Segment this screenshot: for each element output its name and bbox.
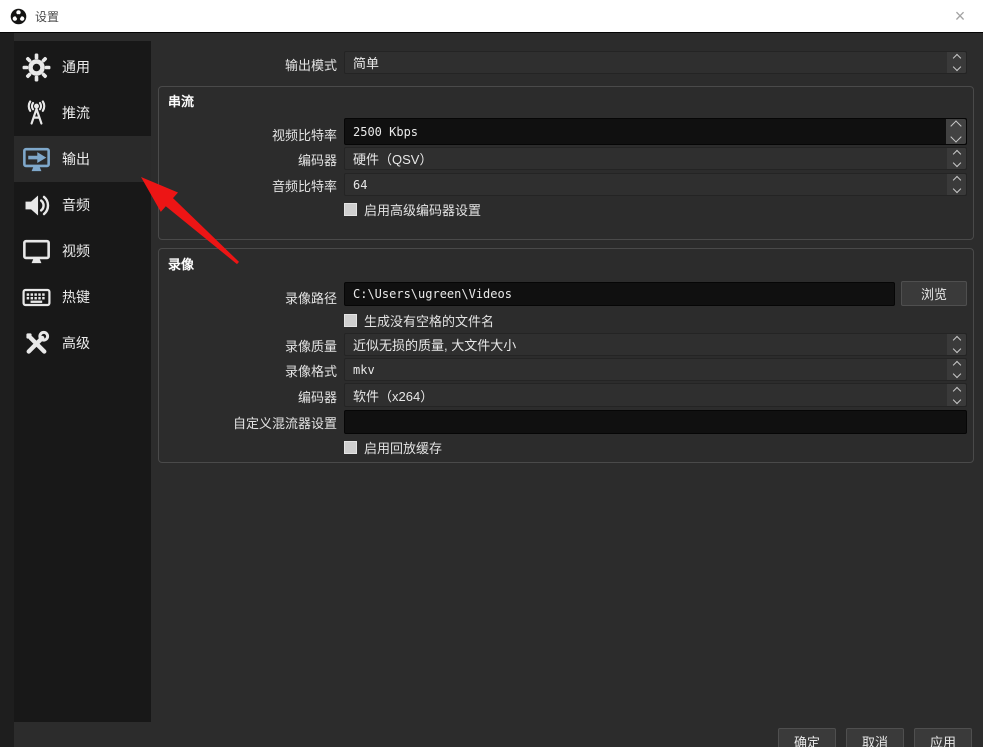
output-monitor-arrow-icon [21, 144, 52, 175]
sidebar-item-label: 音频 [62, 195, 90, 215]
output-mode-select[interactable]: 简单 [344, 51, 967, 74]
advanced-encoder-checkbox-row[interactable]: 启用高级编码器设置 [344, 200, 481, 219]
recording-encoder-label: 编码器 [147, 387, 337, 406]
recording-quality-label: 录像质量 [147, 336, 337, 355]
recording-format-select[interactable]: mkv [344, 358, 967, 381]
video-bitrate-spinbox[interactable]: 2500 Kbps [344, 118, 967, 145]
chevron-updown-icon [947, 148, 966, 169]
gear-icon [21, 52, 52, 83]
tools-icon [21, 328, 52, 359]
recording-format-label: 录像格式 [147, 361, 337, 380]
recording-path-value: C:\Users\ugreen\Videos [345, 287, 512, 301]
output-mode-value: 简单 [345, 53, 947, 72]
replay-buffer-checkbox-label: 启用回放缓存 [364, 438, 442, 457]
recording-encoder-select[interactable]: 软件（x264） [344, 383, 967, 407]
muxer-settings-label: 自定义混流器设置 [147, 413, 337, 432]
stream-encoder-label: 编码器 [147, 150, 337, 169]
close-icon[interactable]: × [945, 0, 975, 32]
no-space-filename-checkbox [344, 314, 357, 327]
sidebar-item-stream[interactable]: 推流 [14, 90, 151, 136]
cancel-button[interactable]: 取消 [846, 728, 904, 747]
chevron-updown-icon [947, 174, 966, 195]
ok-button[interactable]: 确定 [778, 728, 836, 747]
sidebar-item-label: 输出 [62, 149, 90, 169]
chevron-updown-icon [947, 359, 966, 380]
sidebar-item-advanced[interactable]: 高级 [14, 320, 151, 366]
sidebar-item-label: 推流 [62, 103, 90, 123]
advanced-encoder-checkbox [344, 203, 357, 216]
monitor-icon [21, 236, 52, 267]
sidebar-item-hotkeys[interactable]: 热键 [14, 274, 151, 320]
window-title: 设置 [35, 8, 59, 25]
chevron-updown-icon [947, 384, 966, 406]
recording-group-title: 录像 [168, 254, 194, 273]
video-bitrate-value: 2500 Kbps [345, 125, 946, 139]
stream-encoder-select[interactable]: 硬件（QSV） [344, 147, 967, 170]
replay-buffer-checkbox-row[interactable]: 启用回放缓存 [344, 438, 442, 457]
recording-format-value: mkv [345, 363, 947, 377]
chevron-updown-icon [947, 334, 966, 355]
streaming-group-title: 串流 [168, 91, 194, 110]
sidebar-item-label: 热键 [62, 287, 90, 307]
audio-bitrate-label: 音频比特率 [147, 176, 337, 195]
settings-sidebar: 通用 推流 输出 [14, 41, 151, 722]
sidebar-item-audio[interactable]: 音频 [14, 182, 151, 228]
apply-button[interactable]: 应用 [914, 728, 972, 747]
sidebar-item-general[interactable]: 通用 [14, 44, 151, 90]
replay-buffer-checkbox [344, 441, 357, 454]
window-left-edge [0, 33, 14, 747]
sidebar-item-label: 高级 [62, 333, 90, 353]
audio-bitrate-select[interactable]: 64 [344, 173, 967, 196]
video-bitrate-label: 视频比特率 [147, 125, 337, 144]
muxer-settings-input[interactable] [344, 410, 967, 434]
recording-encoder-value: 软件（x264） [345, 386, 947, 405]
recording-quality-select[interactable]: 近似无损的质量, 大文件大小 [344, 333, 967, 356]
titlebar: 设置 × [0, 0, 983, 33]
audio-bitrate-value: 64 [345, 178, 947, 192]
no-space-filename-checkbox-row[interactable]: 生成没有空格的文件名 [344, 311, 494, 330]
sidebar-item-video[interactable]: 视频 [14, 228, 151, 274]
sidebar-item-label: 视频 [62, 241, 90, 261]
stream-encoder-value: 硬件（QSV） [345, 149, 947, 168]
chevron-updown-icon [947, 52, 966, 73]
recording-path-label: 录像路径 [147, 288, 337, 307]
sidebar-item-label: 通用 [62, 57, 90, 77]
recording-quality-value: 近似无损的质量, 大文件大小 [345, 335, 947, 354]
recording-path-input[interactable]: C:\Users\ugreen\Videos [344, 282, 895, 306]
spinner-updown-icon[interactable] [946, 119, 966, 144]
output-mode-label: 输出模式 [147, 55, 337, 74]
broadcast-icon [21, 98, 52, 129]
sidebar-item-output[interactable]: 输出 [14, 136, 151, 182]
obs-logo-icon [10, 8, 27, 25]
advanced-encoder-checkbox-label: 启用高级编码器设置 [364, 200, 481, 219]
no-space-filename-checkbox-label: 生成没有空格的文件名 [364, 311, 494, 330]
speaker-icon [21, 190, 52, 221]
keyboard-icon [21, 282, 52, 313]
browse-button[interactable]: 浏览 [901, 281, 967, 306]
